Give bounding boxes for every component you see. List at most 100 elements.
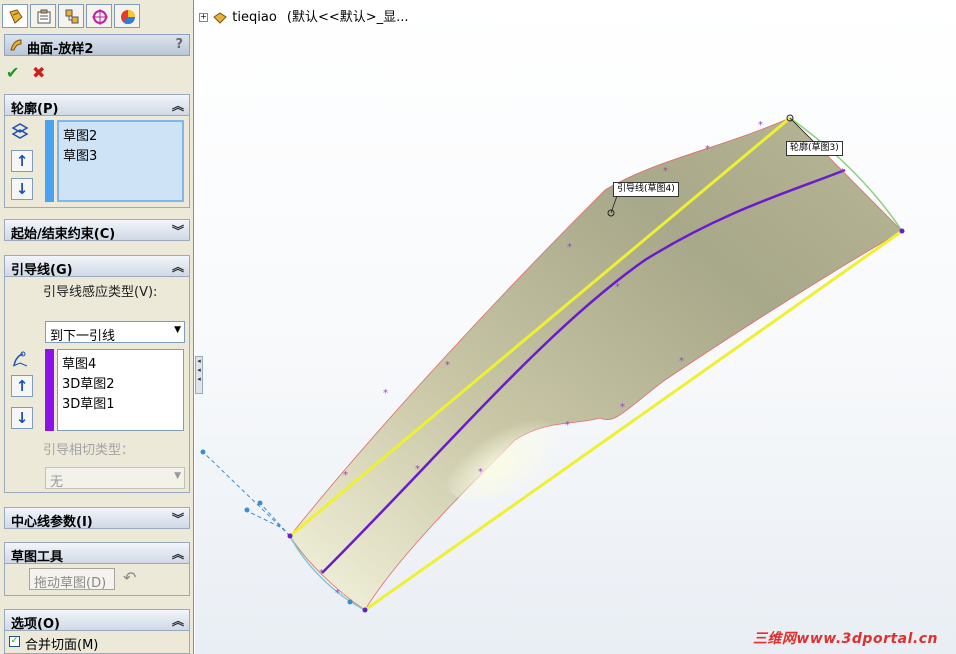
expand-chevron-icon[interactable]: ︾ (172, 510, 184, 527)
profile-icon (11, 123, 29, 139)
list-item[interactable]: 草图2 (63, 125, 97, 144)
display-color-icon (121, 10, 136, 25)
tangency-type-value: 无 (50, 475, 64, 490)
guide-callout[interactable]: 引导线(草图4) (613, 182, 679, 197)
svg-text:*: * (415, 464, 420, 475)
arrow-up-icon: ↑ (15, 377, 29, 395)
tangency-type-label: 引导相切类型： (43, 443, 135, 458)
sketch-point[interactable] (200, 449, 206, 455)
tab-configuration-manager[interactable] (58, 4, 84, 28)
tangency-type-select[interactable]: 无 ▼ (45, 467, 185, 490)
property-manager: 曲面-放样2 ? ✔ ✖ 轮廓(P) ︽ ↑ ↓ 草图2 草图3 起始/结束约束… (0, 0, 194, 654)
sketch-point[interactable] (287, 533, 293, 539)
model-viewport[interactable]: * * * * * * * * * * * * * * * * (195, 0, 956, 654)
cancel-button[interactable]: ✖ (32, 63, 45, 82)
collapse-chevron-icon[interactable]: ︽ (172, 97, 184, 114)
merge-tangent-checkbox[interactable]: ✓ (9, 636, 20, 647)
target-icon (92, 9, 108, 25)
svg-text:*: * (478, 467, 483, 478)
list-item[interactable]: 草图3 (63, 145, 97, 164)
svg-text:*: * (319, 568, 324, 579)
svg-text:*: * (445, 360, 450, 371)
list-item[interactable]: 草图4 (62, 353, 96, 372)
feature-title-bar: 曲面-放样2 ? (4, 34, 190, 57)
centerline-section-header[interactable]: 中心线参数(I) ︾ (4, 507, 190, 530)
svg-text:*: * (335, 588, 340, 599)
drag-sketch-label: 拖动草图(D) (34, 576, 107, 591)
start-end-section-header[interactable]: 起始/结束约束(C) ︾ (4, 219, 190, 242)
sketch-point[interactable] (244, 507, 250, 513)
influence-type-value: 到下一引线 (50, 329, 116, 344)
arrow-up-icon: ↑ (15, 152, 29, 170)
move-up-button[interactable]: ↑ (11, 150, 33, 172)
list-item[interactable]: 3D草图1 (62, 393, 115, 412)
tab-dimxpert-manager[interactable] (86, 4, 112, 28)
guides-section-body: 引导线感应类型(V): 到下一引线 ▼ ↑ ↓ 草图4 3D草图2 3D草图1 … (4, 277, 190, 493)
svg-text:*: * (679, 356, 684, 367)
move-down-button[interactable]: ↓ (11, 178, 33, 200)
tab-feature-manager[interactable] (2, 4, 28, 28)
profile-callout[interactable]: 轮廓(草图3) (786, 141, 843, 156)
loft-surface-icon (10, 39, 22, 51)
guide-color-bar (45, 349, 54, 431)
collapse-chevron-icon[interactable]: ︽ (172, 258, 184, 275)
svg-text:*: * (705, 144, 710, 155)
svg-text:*: * (615, 282, 620, 293)
arrow-down-icon: ↓ (15, 180, 29, 198)
watermark: 三维网www.3dportal.cn (752, 631, 938, 647)
svg-text:*: * (383, 388, 388, 399)
start-end-header-label: 起始/结束约束(C) (11, 227, 116, 242)
help-button[interactable]: ? (175, 37, 183, 52)
options-section-body: ✓ 合并切面(M) (4, 631, 190, 654)
collapse-chevron-icon[interactable]: ︽ (172, 612, 184, 629)
svg-text:*: * (758, 120, 763, 131)
sketch-tools-header-label: 草图工具 (11, 550, 64, 565)
profiles-listbox[interactable]: 草图2 草图3 (57, 120, 184, 202)
centerline-header-label: 中心线参数(I) (11, 515, 93, 530)
svg-text:*: * (567, 242, 572, 253)
collapse-chevron-icon[interactable]: ︽ (172, 545, 184, 562)
guides-listbox[interactable]: 草图4 3D草图2 3D草图1 (57, 349, 184, 431)
svg-text:*: * (620, 402, 625, 413)
feature-title: 曲面-放样2 (27, 42, 94, 57)
merge-tangent-label: 合并切面(M) (25, 638, 99, 653)
sketch-point[interactable] (347, 599, 353, 605)
sketch-tools-section-header[interactable]: 草图工具 ︽ (4, 542, 190, 565)
profiles-section-header[interactable]: 轮廓(P) ︽ (4, 94, 190, 117)
move-up-button[interactable]: ↑ (11, 375, 33, 397)
undo-icon[interactable]: ↶ (123, 568, 136, 587)
tab-display-manager[interactable] (114, 4, 140, 28)
guides-header-label: 引导线(G) (11, 263, 73, 278)
property-icon (37, 9, 51, 24)
options-header-label: 选项(O) (11, 617, 60, 632)
expand-chevron-icon[interactable]: ︾ (172, 222, 184, 239)
ok-button[interactable]: ✔ (6, 63, 19, 82)
dropdown-arrow-icon: ▼ (174, 325, 181, 335)
influence-type-label: 引导线感应类型(V): (43, 285, 158, 300)
svg-text:*: * (840, 167, 845, 178)
guides-section-header[interactable]: 引导线(G) ︽ (4, 255, 190, 278)
sketch-point[interactable] (257, 500, 263, 506)
svg-text:*: * (565, 420, 570, 431)
profile-color-bar (45, 120, 54, 202)
list-item[interactable]: 3D草图2 (62, 373, 115, 392)
drag-sketch-button[interactable]: 拖动草图(D) (29, 568, 115, 591)
options-section-header[interactable]: 选项(O) ︽ (4, 609, 190, 632)
svg-text:*: * (663, 166, 668, 177)
configuration-icon (65, 9, 79, 24)
sketch-point[interactable] (899, 228, 905, 234)
sketch-point[interactable] (362, 607, 368, 613)
construction-lines (202, 451, 291, 537)
graphics-area[interactable]: ◂ ◂ ◂ + tieqiao (默认<<默认>_显... * * * * * … (195, 0, 956, 654)
tab-property-manager[interactable] (30, 4, 56, 28)
arrow-down-icon: ↓ (15, 409, 29, 427)
loft-surface[interactable] (289, 117, 903, 611)
influence-type-select[interactable]: 到下一引线 ▼ (45, 321, 185, 344)
feature-tree-icon (9, 9, 23, 24)
sketch-tools-section-body: 拖动草图(D) ↶ (4, 564, 190, 596)
profiles-section-body: ↑ ↓ 草图2 草图3 (4, 116, 190, 208)
move-down-button[interactable]: ↓ (11, 407, 33, 429)
guide-curve-icon (12, 351, 28, 367)
manager-tabs (0, 0, 193, 32)
svg-text:*: * (343, 470, 348, 481)
